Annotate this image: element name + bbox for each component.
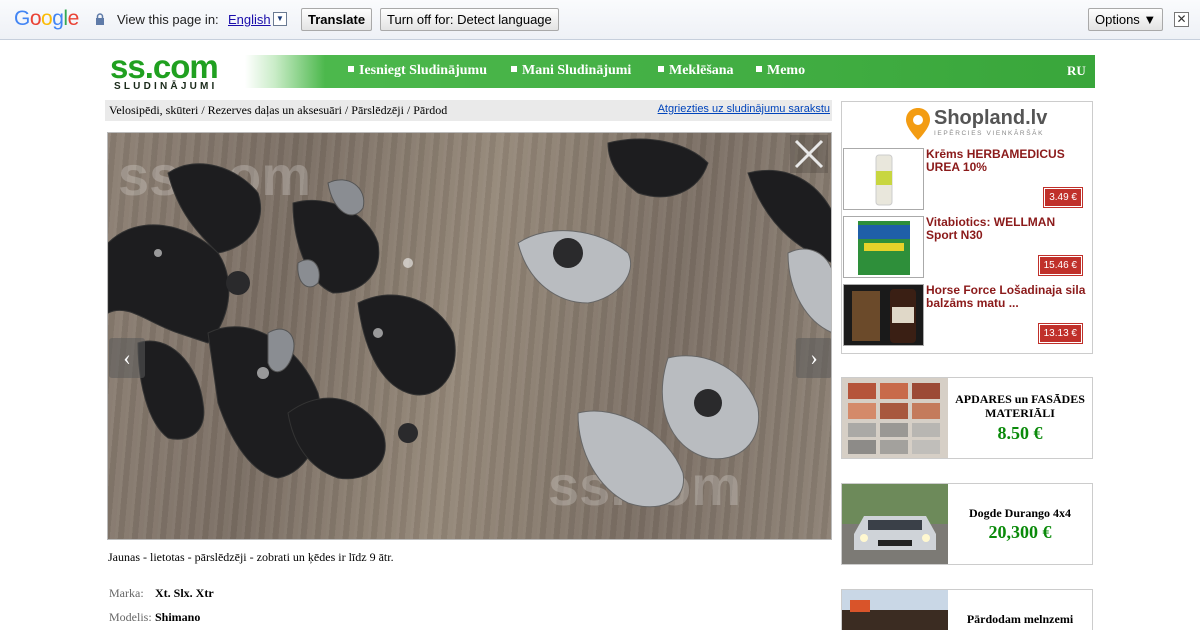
ad-title[interactable]: Pārdodam melnzemi	[950, 612, 1090, 626]
translate-bar: Google View this page in: English ▼ Tran…	[0, 0, 1200, 40]
product-image	[843, 148, 924, 210]
main-nav: Iesniegt Sludinājumu Mani Sludinājumi Me…	[245, 55, 1095, 88]
nav-search[interactable]: Meklēšana	[658, 63, 734, 79]
car-ad[interactable]: Dogde Durango 4x4 20,300 €	[841, 483, 1093, 565]
derailleur-parts-illustration	[108, 138, 831, 508]
brand-label: Marka:	[109, 586, 144, 600]
brand-value: Xt. Slx. Xtr	[155, 586, 214, 600]
nav-my-ads[interactable]: Mani Sludinājumi	[511, 63, 631, 79]
back-to-list-link[interactable]: Atgriezties uz sludinājumu sarakstu	[658, 103, 830, 115]
options-button[interactable]: Options ▼	[1088, 8, 1164, 31]
shopland-logo[interactable]: Shopland.lv IEPĒRCIES VIENKĀRŠĀK	[906, 106, 1076, 142]
nav-label: Iesniegt Sludinājumu	[359, 63, 487, 78]
language-dropdown-icon[interactable]: ▼	[273, 12, 287, 26]
product-price: 13.13 €	[1037, 323, 1084, 344]
ad-image	[842, 378, 948, 458]
product-item[interactable]: Vitabiotics: WELLMAN Sport N30 15.46 €	[842, 216, 1092, 278]
breadcrumb[interactable]: Velosipēdi, skūteri / Rezerves daļas un …	[109, 103, 447, 118]
product-image	[843, 284, 924, 346]
location-pin-icon	[906, 108, 930, 140]
nav-label: Meklēšana	[669, 63, 734, 78]
breadcrumb-bar: Velosipēdi, skūteri / Rezerves daļas un …	[105, 100, 832, 121]
listing-photo[interactable]: ss.com ss.com	[107, 132, 832, 540]
lock-icon	[96, 13, 104, 25]
model-label: Modelis:	[109, 610, 152, 624]
ad-image	[842, 484, 948, 564]
model-value: Shimano	[155, 610, 201, 624]
facade-materials-ad[interactable]: APDARES un FASĀDES MATERIĀLI 8.50 €	[841, 377, 1093, 459]
nav-submit-ad[interactable]: Iesniegt Sludinājumu	[348, 63, 487, 79]
shopland-tagline: IEPĒRCIES VIENKĀRŠĀK	[934, 130, 1045, 137]
shopland-ad[interactable]: Shopland.lv IEPĒRCIES VIENKĀRŠĀK Krēms H…	[841, 101, 1093, 354]
ad-title[interactable]: APDARES un FASĀDES MATERIĀLI	[950, 392, 1090, 420]
ad-image	[842, 590, 948, 630]
language-link[interactable]: English	[228, 12, 271, 27]
product-name[interactable]: Krēms HERBAMEDICUS UREA 10%	[926, 148, 1086, 174]
ad-price: 8.50 €	[997, 423, 1043, 443]
product-name[interactable]: Horse Force Lošadinaja sila balzāms matu…	[926, 284, 1086, 310]
logo-subtitle: SLUDINĀJUMI	[114, 81, 218, 92]
product-price: 3.49 €	[1043, 187, 1083, 208]
close-icon[interactable]: ✕	[1174, 12, 1189, 27]
logo-text: ss.com	[110, 48, 219, 85]
bullet-icon	[348, 66, 354, 72]
nav-label: Mani Sludinājumi	[522, 63, 632, 78]
nav-memo[interactable]: Memo	[756, 63, 805, 79]
black-soil-ad[interactable]: Pārdodam melnzemi	[841, 589, 1093, 630]
ad-price: 20,300 €	[988, 522, 1052, 542]
language-switch-ru[interactable]: RU	[1067, 63, 1086, 79]
nav-label: Memo	[767, 63, 806, 78]
product-image	[843, 216, 924, 278]
translate-button[interactable]: Translate	[301, 8, 373, 31]
bullet-icon	[658, 66, 664, 72]
view-page-label: View this page in:	[117, 12, 219, 27]
google-logo: Google	[14, 7, 79, 30]
ad-title[interactable]: Dogde Durango 4x4	[950, 506, 1090, 520]
bullet-icon	[511, 66, 517, 72]
turn-off-button[interactable]: Turn off for: Detect language	[380, 8, 559, 31]
listing-description: Jaunas - lietotas - pārslēdzēji - zobrat…	[108, 550, 394, 564]
product-name[interactable]: Vitabiotics: WELLMAN Sport N30	[926, 216, 1086, 242]
close-icon[interactable]	[790, 135, 828, 173]
product-item[interactable]: Krēms HERBAMEDICUS UREA 10% 3.49 €	[842, 148, 1092, 210]
site-logo[interactable]: ss.com SLUDINĀJUMI	[110, 48, 250, 93]
bullet-icon	[756, 66, 762, 72]
next-photo-button[interactable]: ›	[796, 338, 831, 378]
product-item[interactable]: Horse Force Lošadinaja sila balzāms matu…	[842, 284, 1092, 346]
previous-photo-button[interactable]: ‹	[109, 338, 145, 378]
product-price: 15.46 €	[1037, 255, 1084, 276]
shopland-logo-text: Shopland.lv	[934, 107, 1048, 129]
